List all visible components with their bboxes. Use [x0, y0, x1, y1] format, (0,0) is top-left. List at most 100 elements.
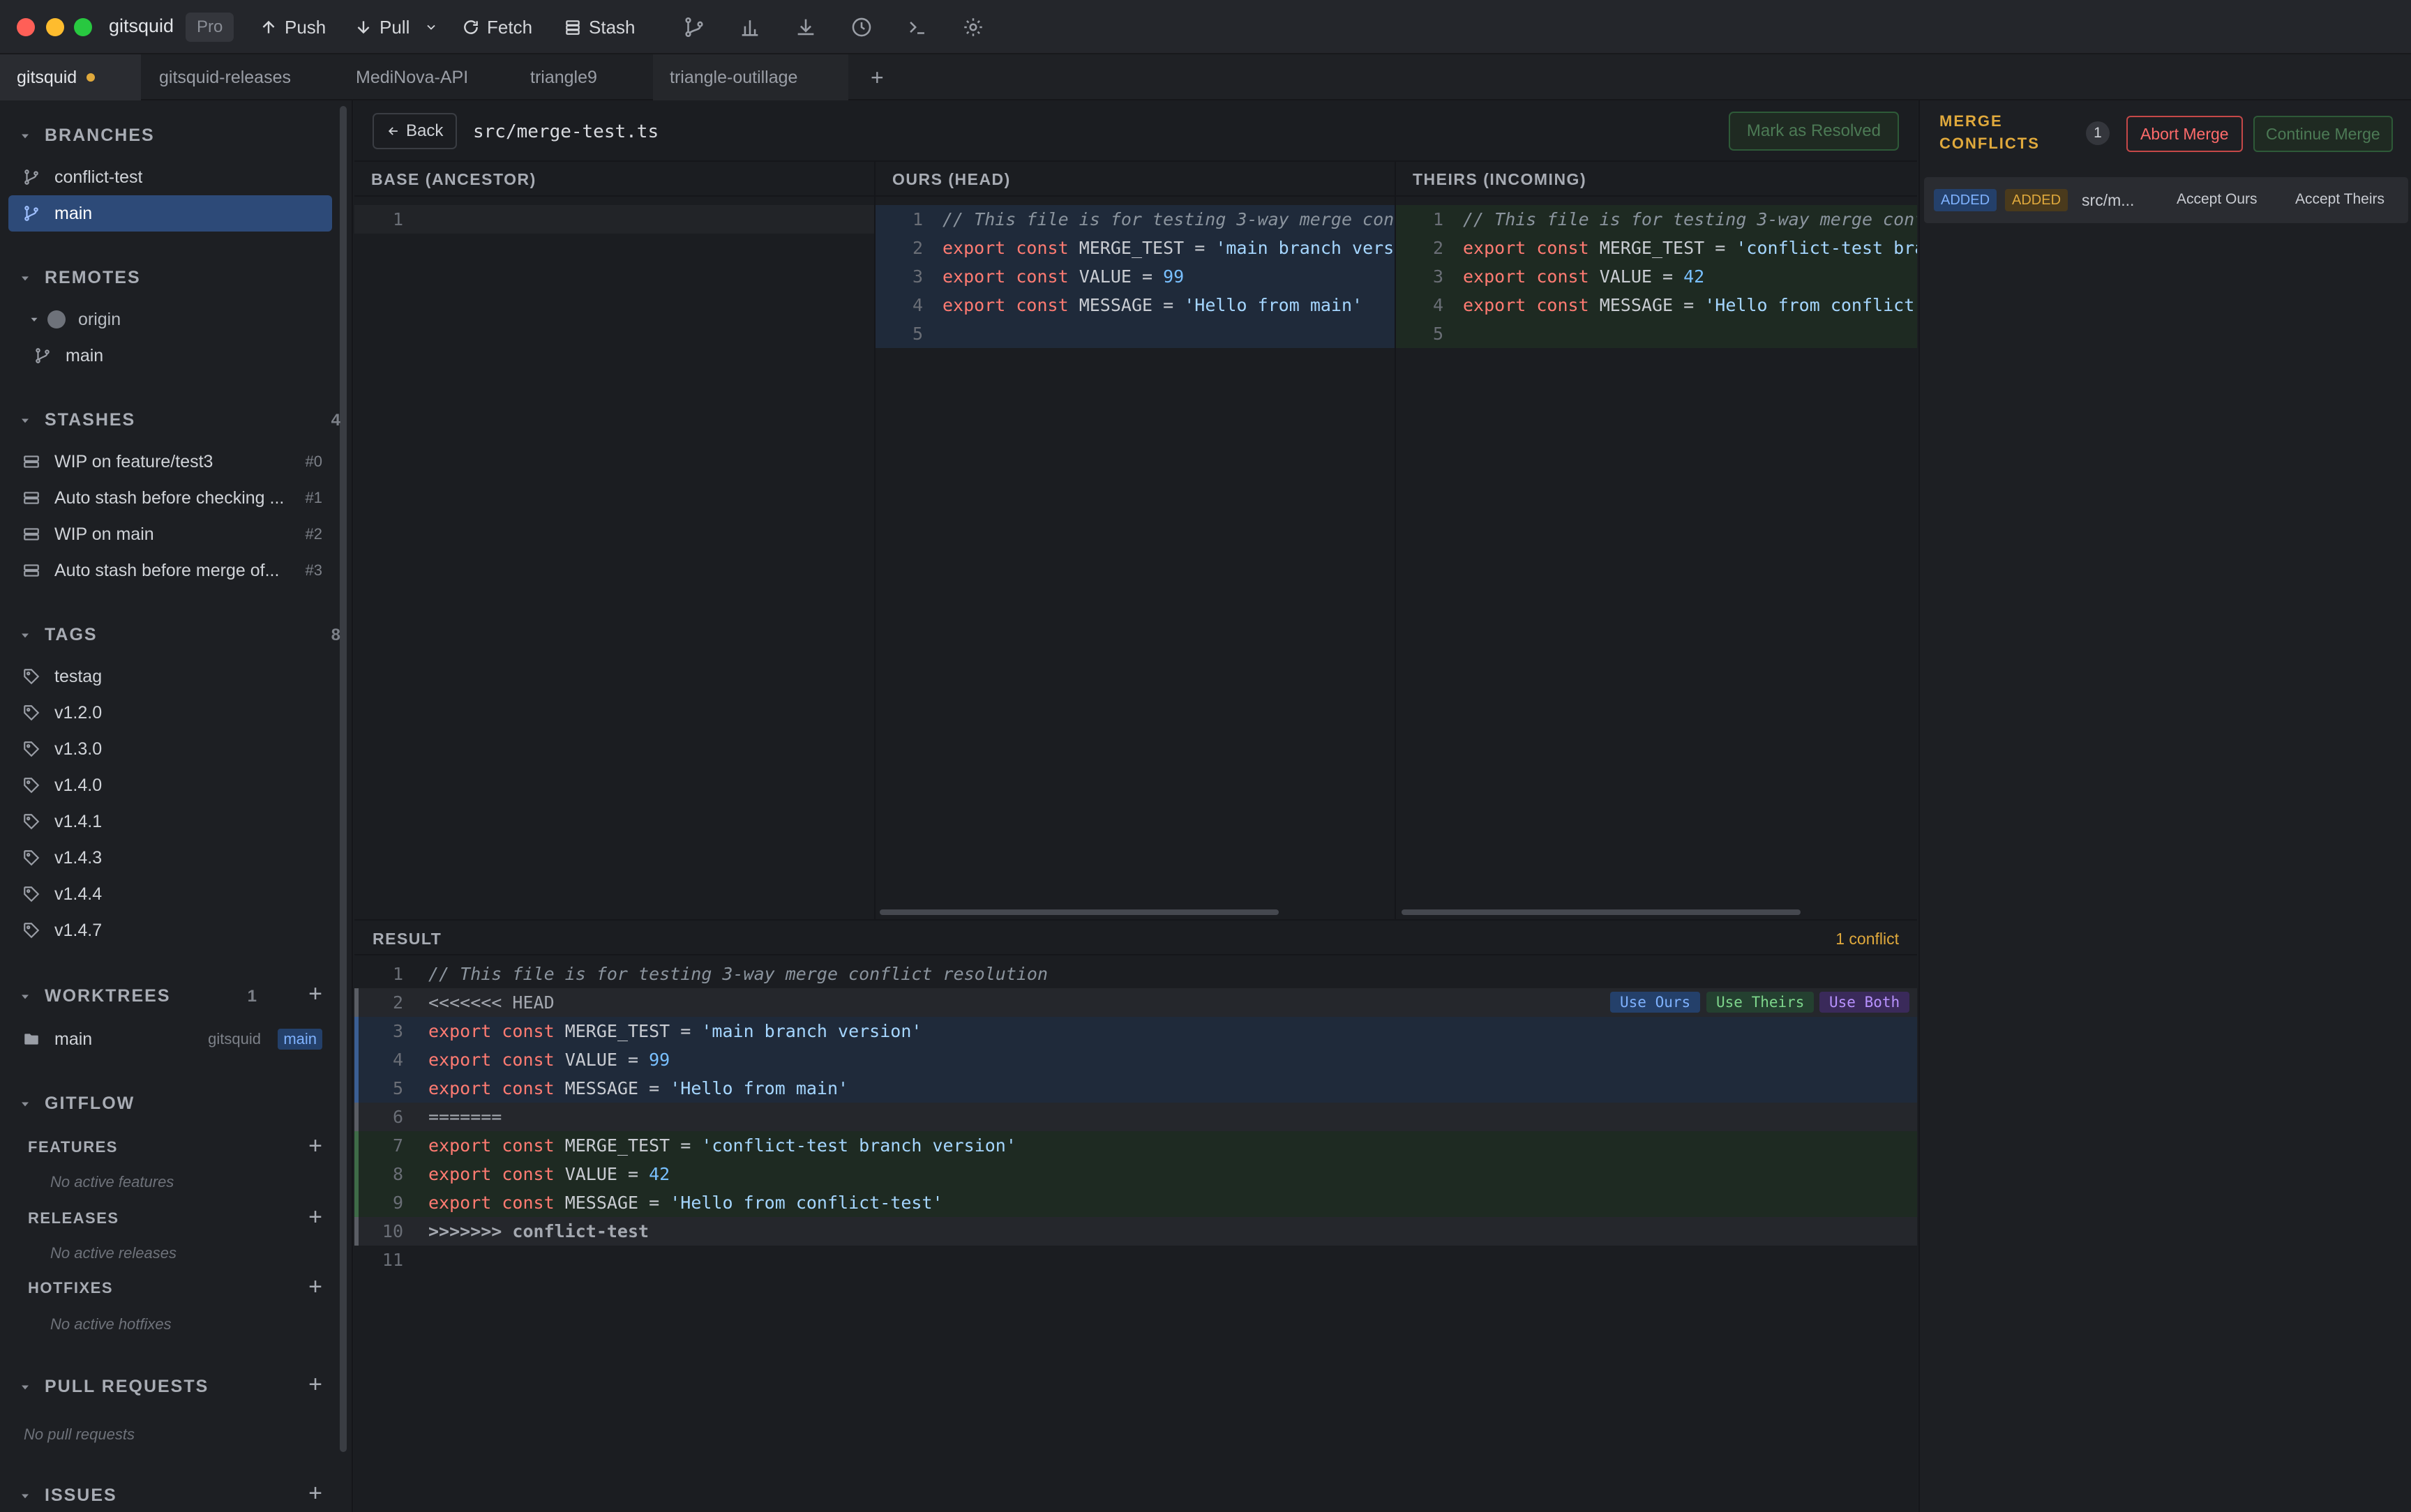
add-feature-button[interactable]: +	[308, 1134, 322, 1158]
code-text: export const MESSAGE = 'Hello from confl…	[428, 1193, 943, 1213]
stash-item[interactable]: WIP on feature/test3 #0	[8, 444, 332, 480]
maximize-window-button[interactable]	[74, 18, 92, 36]
result-line: 3 export const MERGE_TEST = 'main branch …	[354, 1017, 1917, 1045]
stash-item[interactable]: Auto stash before merge of... #3	[8, 552, 332, 589]
code-keyword: export	[1463, 238, 1526, 258]
branch-item-main[interactable]: main	[8, 195, 332, 232]
stash-button[interactable]: Stash	[564, 13, 636, 42]
accept-theirs-button[interactable]: Accept Theirs	[2295, 191, 2384, 208]
tag-item[interactable]: v1.3.0	[8, 731, 332, 767]
theirs-scrollbar[interactable]	[1402, 909, 1801, 915]
issues-header[interactable]: ISSUES	[18, 1485, 117, 1506]
add-tab-button[interactable]: +	[854, 54, 901, 100]
chevron-down-icon	[22, 418, 29, 423]
stashes-header[interactable]: STASHES 4	[18, 410, 342, 430]
repo-tab-bar: gitsquid gitsquid-releases MediNova-API …	[0, 54, 2411, 100]
gitflow-header[interactable]: GITFLOW	[18, 1094, 135, 1114]
code-keyword: const	[502, 1078, 555, 1098]
use-ours-button[interactable]: Use Ours	[1610, 992, 1701, 1013]
code-text: <<<<<<< HEAD	[428, 992, 555, 1013]
result-line: 4 export const VALUE = 99	[354, 1045, 1917, 1074]
code-line: 2 export const MERGE_TEST = 'conflict-tes…	[1396, 234, 1917, 262]
back-button[interactable]: Back	[373, 113, 458, 149]
settings-icon[interactable]	[961, 15, 985, 39]
worktree-branch-badge: main	[278, 1029, 322, 1050]
continue-merge-button[interactable]: Continue Merge	[2253, 116, 2393, 152]
stats-icon[interactable]	[738, 15, 762, 39]
remote-avatar-icon	[47, 310, 66, 328]
use-both-button[interactable]: Use Both	[1819, 992, 1910, 1013]
fetch-button[interactable]: Fetch	[462, 13, 532, 42]
code-number: 99	[1163, 266, 1185, 287]
download-icon[interactable]	[794, 15, 818, 39]
result-line: 10 >>>>>>> conflict-test	[354, 1217, 1917, 1246]
history-icon[interactable]	[850, 15, 873, 39]
code-text: export const MERGE_TEST = 'main branch v…	[942, 238, 1396, 258]
push-button[interactable]: Push	[260, 13, 326, 42]
remotes-header[interactable]: REMOTES	[18, 268, 141, 288]
sidebar-scrollbar[interactable]	[340, 106, 347, 1452]
terminal-icon[interactable]	[906, 15, 929, 39]
remote-item-origin[interactable]: origin	[8, 301, 332, 338]
use-theirs-button[interactable]: Use Theirs	[1706, 992, 1815, 1013]
line-number: 3	[392, 1021, 403, 1041]
branches-header[interactable]: BRANCHES	[18, 126, 155, 146]
code-text: =======	[428, 1107, 502, 1127]
tag-icon	[24, 705, 40, 721]
tag-name: v1.4.0	[54, 775, 103, 795]
stash-label: Auto stash before checking ...	[54, 487, 285, 508]
mark-as-resolved-button[interactable]: Mark as Resolved	[1728, 112, 1899, 151]
stash-item[interactable]: Auto stash before checking ... #1	[8, 480, 332, 516]
tag-item[interactable]: v1.2.0	[8, 695, 332, 731]
tab-medinova-api[interactable]: MediNova-API	[339, 54, 485, 100]
tag-item[interactable]: v1.4.7	[8, 912, 332, 948]
stash-icon	[24, 564, 39, 577]
pull-button[interactable]: Pull	[354, 13, 410, 42]
ours-pane-title: OURS (HEAD)	[876, 162, 1395, 197]
code-keyword: export	[428, 1164, 492, 1184]
tag-item[interactable]: testag	[8, 658, 332, 695]
abort-merge-button[interactable]: Abort Merge	[2126, 116, 2243, 152]
tags-header[interactable]: TAGS 8	[18, 625, 342, 645]
worktree-count: 1	[247, 986, 258, 1006]
tab-gitsquid-releases[interactable]: gitsquid-releases	[142, 54, 308, 100]
result-line: 9 export const MESSAGE = 'Hello from conf…	[354, 1188, 1917, 1217]
add-worktree-button[interactable]: +	[308, 982, 322, 1006]
add-issue-button[interactable]: +	[308, 1481, 322, 1505]
add-release-button[interactable]: +	[308, 1205, 322, 1229]
section-title: ISSUES	[45, 1485, 117, 1505]
tag-item[interactable]: v1.4.4	[8, 876, 332, 912]
tag-item[interactable]: v1.4.0	[8, 767, 332, 803]
code-line: 4 export const MESSAGE = 'Hello from main…	[876, 291, 1395, 319]
features-header: FEATURES	[28, 1138, 118, 1156]
line-number: 2	[1432, 238, 1443, 258]
minimize-window-button[interactable]	[46, 18, 64, 36]
code-keyword: export	[1463, 266, 1526, 287]
add-hotfix-button[interactable]: +	[308, 1275, 322, 1299]
worktree-item-main[interactable]: main gitsquid main	[8, 1021, 332, 1057]
branch-name: conflict-test	[54, 167, 143, 187]
close-window-button[interactable]	[17, 18, 35, 36]
ours-scrollbar[interactable]	[880, 909, 1279, 915]
branch-graph-icon[interactable]	[682, 15, 706, 39]
remote-branch-main[interactable]: main	[8, 338, 332, 374]
pull-requests-header[interactable]: PULL REQUESTS	[18, 1377, 209, 1397]
branch-item-conflict-test[interactable]: conflict-test	[8, 159, 332, 195]
tab-gitsquid[interactable]: gitsquid	[0, 54, 141, 100]
tag-item[interactable]: v1.4.3	[8, 840, 332, 876]
worktrees-header[interactable]: WORKTREES 1	[18, 986, 342, 1006]
section-title: REMOTES	[45, 268, 141, 287]
code-keyword: export	[942, 238, 1006, 258]
line-number: 4	[392, 1050, 403, 1070]
conflict-file-row[interactable]: ADDED ADDED src/m... Accept Ours Accept …	[1924, 177, 2408, 223]
add-pull-request-button[interactable]: +	[308, 1373, 322, 1396]
stash-item[interactable]: WIP on main #2	[8, 516, 332, 552]
accept-ours-button[interactable]: Accept Ours	[2177, 191, 2258, 208]
tab-triangle-outillage[interactable]: triangle-outillage	[653, 54, 848, 100]
code-string: 'main branch versio	[1215, 238, 1396, 258]
pull-options-dropdown[interactable]	[424, 13, 438, 42]
tab-triangle9[interactable]: triangle9	[513, 54, 614, 100]
tag-item[interactable]: v1.4.1	[8, 803, 332, 840]
code-keyword: export	[428, 1078, 492, 1098]
code-keyword: const	[1016, 295, 1069, 315]
